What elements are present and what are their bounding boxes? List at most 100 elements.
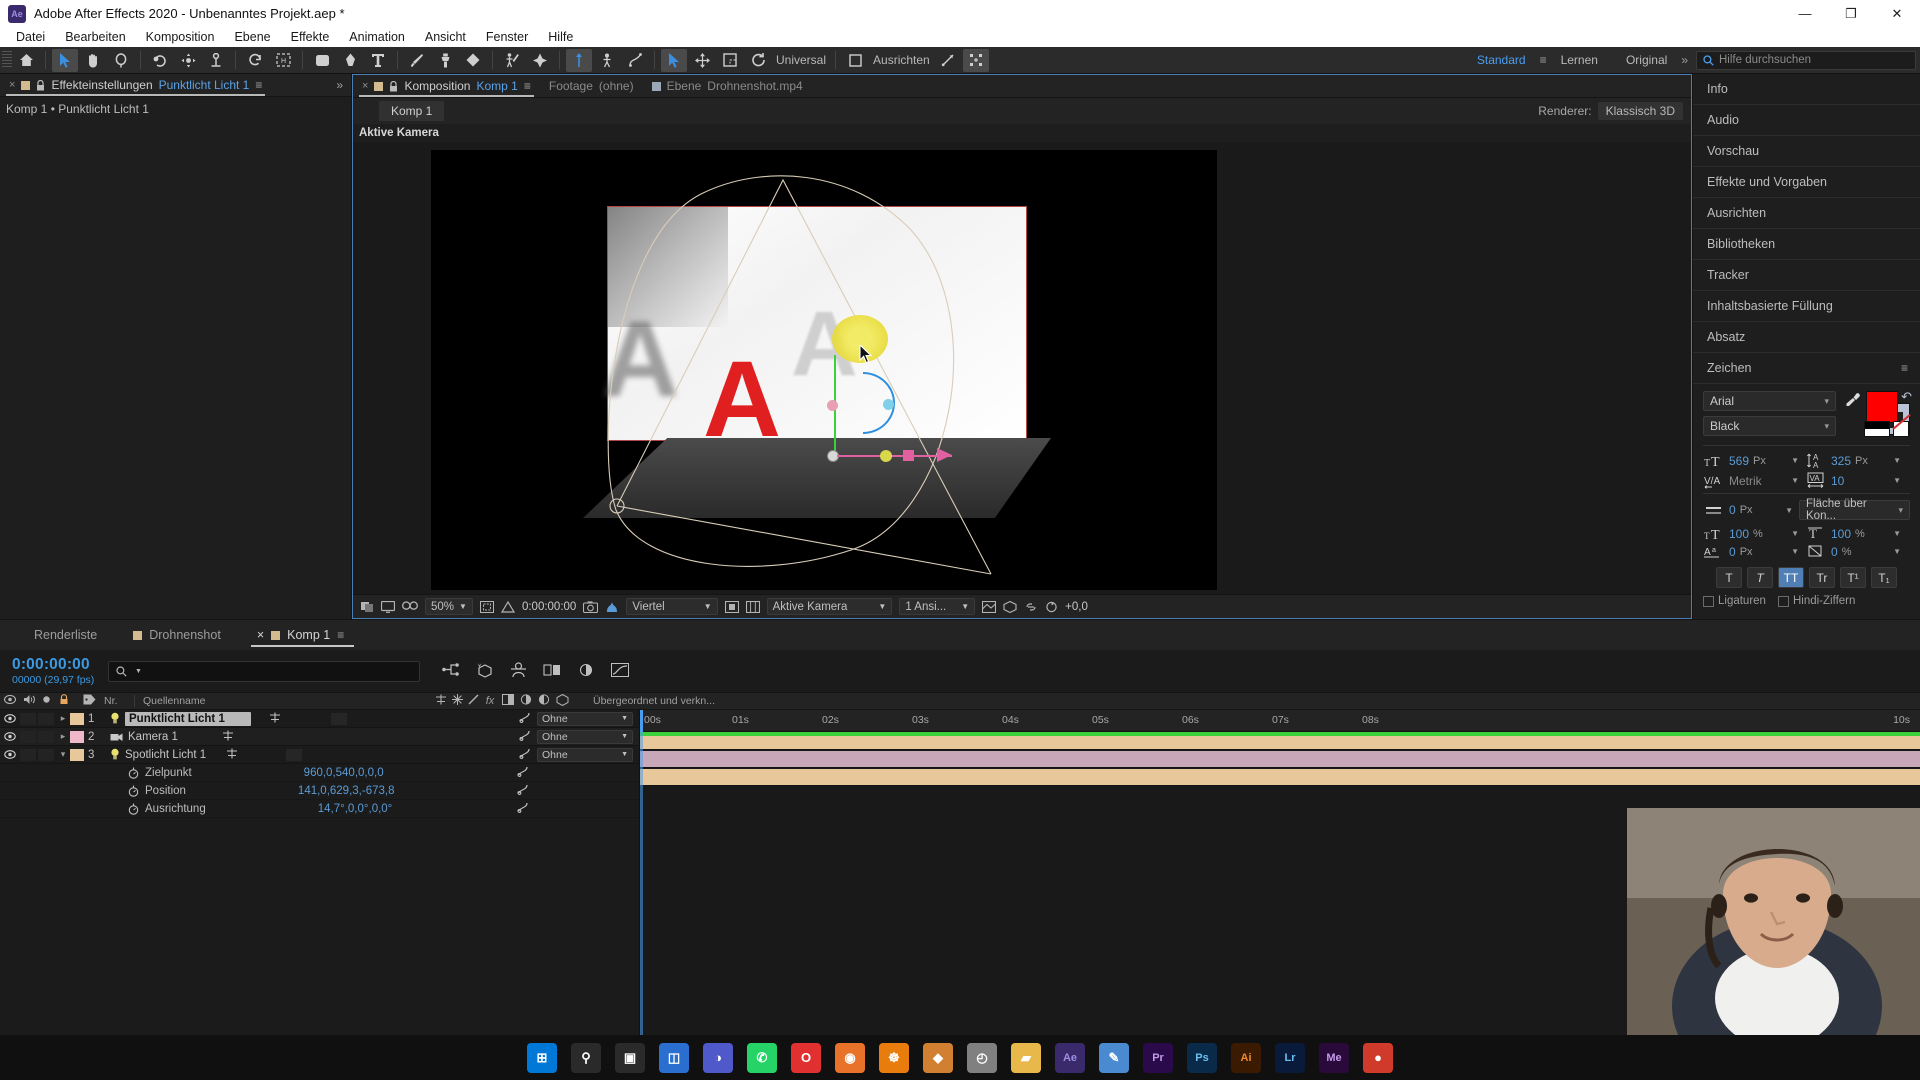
snapping-selection-icon[interactable] (661, 48, 687, 72)
leading-dropdown-icon[interactable]: ▼ (1893, 456, 1901, 465)
menu-ebene[interactable]: Ebene (224, 27, 280, 47)
property-pickwhip-icon[interactable] (517, 801, 529, 816)
main-viewer-icon[interactable] (381, 600, 395, 613)
orbit-tool-icon[interactable] (242, 49, 268, 72)
firefox-icon[interactable]: ◉ (835, 1042, 865, 1073)
audio-cell[interactable] (20, 748, 36, 761)
parent-select[interactable]: Ohne ▼ (537, 747, 633, 762)
video-toggle-icon[interactable] (0, 714, 20, 723)
3d-layer-toggle-icon[interactable] (269, 712, 281, 726)
property-row[interactable]: Position 141,0,629,3,-673,8 (0, 782, 639, 800)
motion-blur-icon[interactable] (577, 663, 595, 680)
faux-italic-button[interactable]: T (1747, 567, 1773, 588)
property-value[interactable]: 960,0,540,0,0,0 (304, 767, 384, 779)
move-anchor-icon[interactable] (689, 49, 715, 72)
eyedropper-icon[interactable] (1844, 392, 1861, 412)
handle-yellow-dot[interactable] (880, 450, 892, 462)
selection-tool-icon[interactable] (52, 48, 78, 72)
draft-3d-icon[interactable] (476, 662, 494, 681)
windows-start-icon[interactable]: ⊞ (527, 1042, 557, 1073)
explorer-icon[interactable]: ▰ (1011, 1042, 1041, 1073)
media-encoder-icon[interactable]: Me (1319, 1042, 1349, 1073)
axis-world-icon[interactable] (594, 49, 620, 72)
exposure-value[interactable]: +0,0 (1065, 601, 1088, 613)
task-view-icon[interactable]: ▣ (615, 1042, 645, 1073)
align-checkbox-icon[interactable] (842, 49, 868, 72)
composition-viewer[interactable]: A A A (353, 142, 1691, 594)
effect-controls-menu-icon[interactable]: ≡ (255, 78, 262, 92)
hindi-digits-checkbox[interactable]: Hindi-Ziffern (1777, 595, 1855, 607)
parent-select[interactable]: Ohne ▼ (537, 729, 633, 744)
layer-name[interactable]: Punktlicht Licht 1 (125, 711, 251, 726)
frame-blending-icon[interactable] (543, 663, 561, 680)
video-toggle-icon[interactable] (0, 732, 20, 741)
solo-cell[interactable] (38, 730, 54, 743)
comp-flowchart-icon[interactable] (442, 662, 460, 680)
lock-icon[interactable] (36, 79, 45, 91)
panel-ausrichten[interactable]: Ausrichten (1693, 198, 1920, 229)
dynamic-snap-icon[interactable] (935, 49, 961, 72)
panel-tracker[interactable]: Tracker (1693, 260, 1920, 291)
region-of-interest-icon[interactable] (479, 600, 494, 613)
axis-x-arrow[interactable] (937, 448, 952, 462)
whatsapp-icon[interactable]: ✆ (747, 1042, 777, 1073)
workspace-lernen[interactable]: Lernen (1547, 53, 1612, 67)
zoom-tool-icon[interactable] (108, 49, 134, 72)
small-caps-button[interactable]: Tr (1809, 567, 1835, 588)
comp-name-tab[interactable]: Komp 1 (379, 101, 445, 121)
blender-icon[interactable]: ☸ (879, 1042, 909, 1073)
always-preview-icon[interactable] (361, 601, 374, 613)
stopwatch-icon[interactable] (128, 767, 139, 779)
fill-color-swatch[interactable] (1866, 391, 1898, 423)
premiere-pro-icon[interactable]: Pr (1143, 1042, 1173, 1073)
kerning-field[interactable]: V/A Metrik ▼ (1703, 472, 1799, 489)
shape-tool-icon[interactable] (309, 49, 335, 72)
tab-renderliste[interactable]: Renderliste (16, 620, 115, 650)
tsume-field[interactable]: 0 % ▼ (1805, 544, 1901, 559)
parent-pickwhip-icon[interactable] (519, 747, 531, 762)
minimize-button[interactable]: — (1782, 0, 1828, 27)
eraser-tool-icon[interactable] (460, 49, 486, 72)
stopwatch-icon[interactable] (128, 803, 139, 815)
close-button[interactable]: ✕ (1874, 0, 1920, 27)
clone-stamp-tool-icon[interactable] (432, 49, 458, 72)
puppet-tool-icon[interactable] (527, 49, 553, 72)
panel-info[interactable]: Info (1693, 74, 1920, 105)
transparency-grid-icon[interactable] (500, 600, 515, 613)
close-tab-icon[interactable]: × (9, 79, 15, 91)
pen-tool-icon[interactable] (337, 49, 363, 72)
hide-shy-layers-icon[interactable] (510, 661, 527, 681)
snapshot-icon[interactable] (583, 600, 599, 613)
show-snapshot-icon[interactable] (605, 601, 619, 613)
teams-icon[interactable]: ◑ (703, 1042, 733, 1073)
property-value[interactable]: 14,7°,0,0°,0,0° (318, 803, 393, 815)
hand-tool-icon[interactable] (80, 49, 106, 72)
3d-glasses-icon[interactable] (402, 600, 418, 613)
panel-inhaltsbasierte-fuellung[interactable]: Inhaltsbasierte Füllung (1693, 291, 1920, 322)
playhead[interactable] (640, 710, 643, 732)
property-row[interactable]: Ausrichtung 14,7°,0,0°,0,0° (0, 800, 639, 818)
table-row[interactable]: ▸ 2 Kamera 1 Ohne ▼ (0, 728, 639, 746)
layer-color-swatch[interactable] (70, 748, 84, 761)
resolution-select[interactable]: Viertel ▼ (626, 598, 718, 615)
transform-box-icon[interactable] (962, 48, 989, 72)
expand-arrow-icon[interactable]: ▸ (56, 731, 70, 742)
tab-drohnenshot[interactable]: Drohnenshot (115, 620, 239, 650)
workspace-menu-icon[interactable]: ≡ (1540, 53, 1547, 67)
layer-name[interactable]: Kamera 1 (128, 731, 178, 743)
handle-cyan-dot[interactable] (883, 399, 894, 410)
timeline-timecode-block[interactable]: 0:00:00:00 00000 (29,97 fps) (0, 656, 108, 686)
timeline-search-input[interactable]: ▼ (108, 660, 420, 682)
audio-cell[interactable] (20, 712, 36, 725)
property-pickwhip-icon[interactable] (517, 765, 529, 780)
tracking-dropdown-icon[interactable]: ▼ (1893, 476, 1901, 485)
leading-field[interactable]: AA 325 Px ▼ (1805, 452, 1901, 469)
all-caps-button[interactable]: TT (1778, 567, 1804, 588)
effect-controls-overflow-icon[interactable]: » (336, 78, 343, 92)
handle-pink-square[interactable] (903, 450, 914, 461)
type-tool-icon[interactable] (365, 49, 391, 72)
panel-absatz[interactable]: Absatz (1693, 322, 1920, 353)
swap-colors-icon[interactable]: ↶ (1901, 389, 1912, 405)
property-row[interactable]: Zielpunkt 960,0,540,0,0,0 (0, 764, 639, 782)
font-size-dropdown-icon[interactable]: ▼ (1791, 456, 1799, 465)
